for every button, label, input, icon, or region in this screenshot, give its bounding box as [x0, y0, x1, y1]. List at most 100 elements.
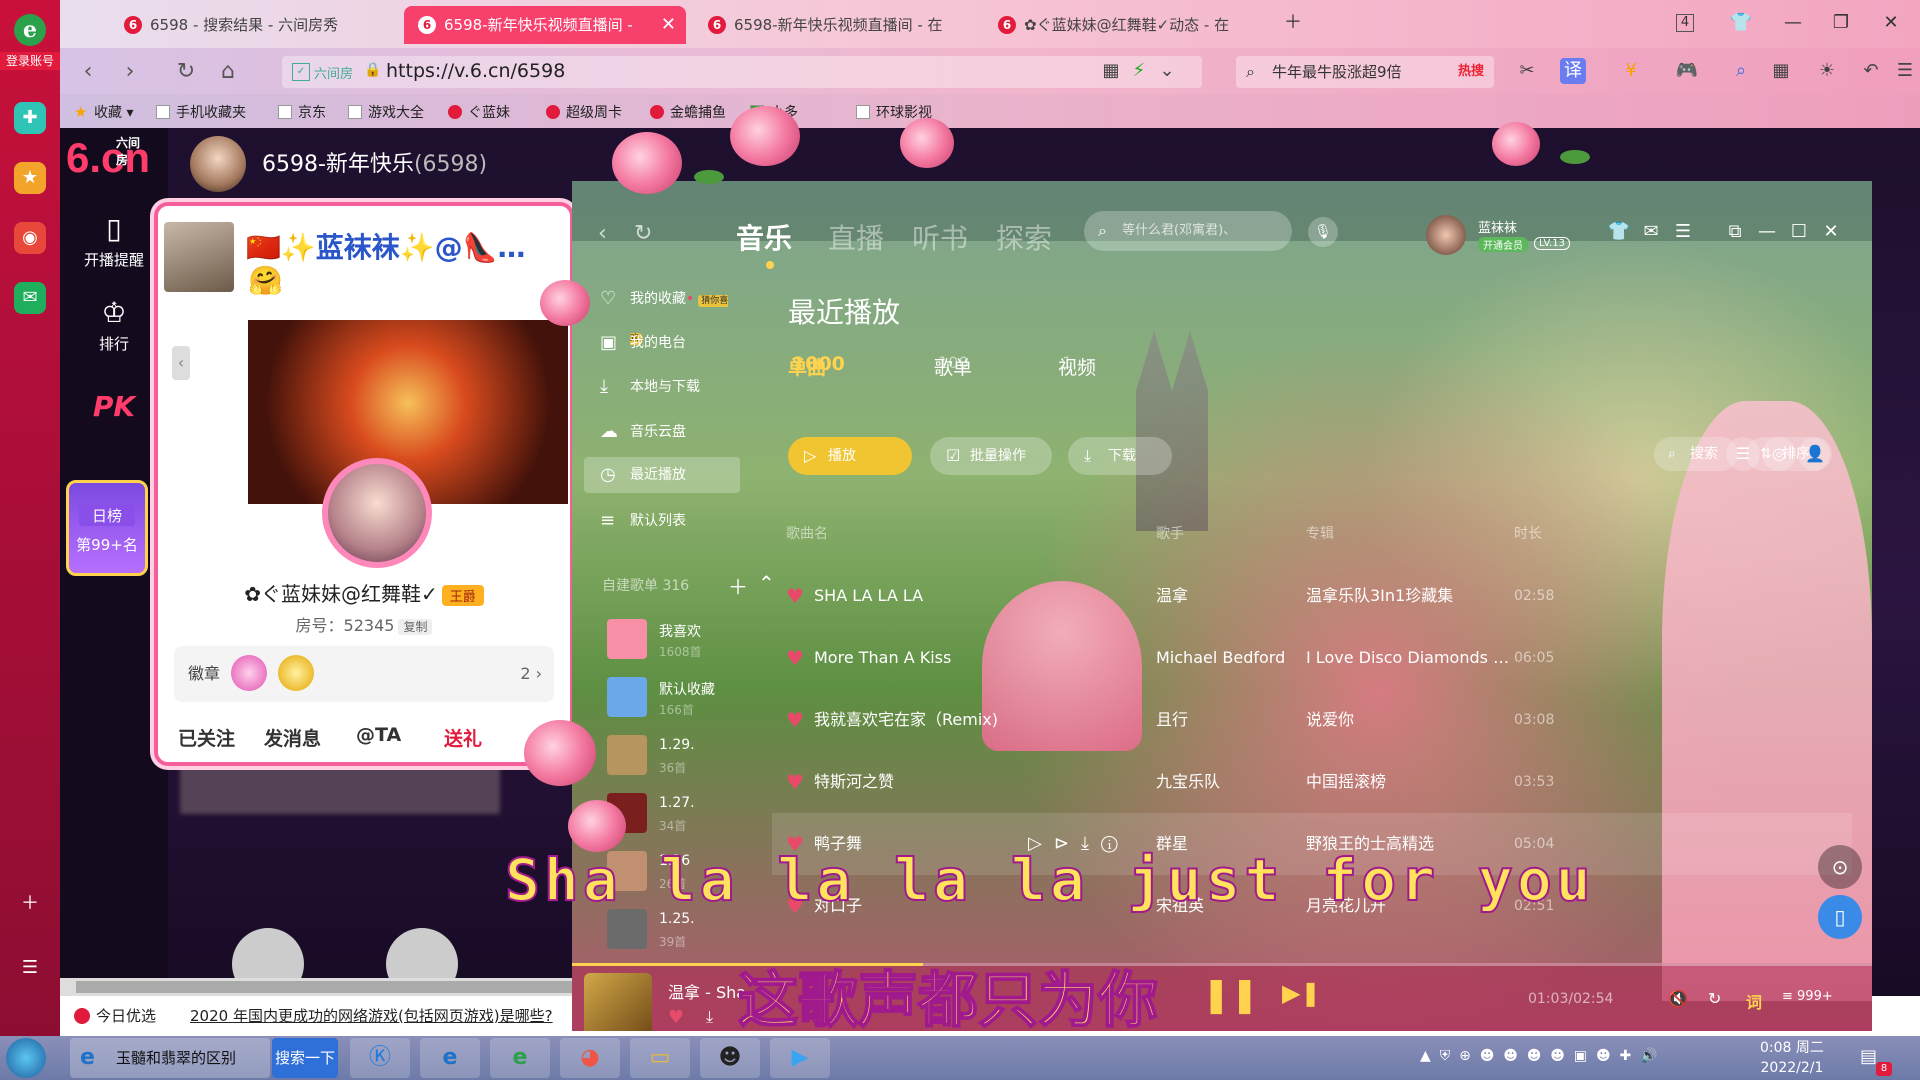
song-row[interactable]: ♥ More Than A Kiss Michael Bedford I Love D… [772, 627, 1852, 689]
nav-ranking[interactable]: ♔ 排行 [60, 296, 168, 354]
host-avatar[interactable] [190, 136, 246, 192]
apps-grid-icon[interactable]: ▦ [1768, 58, 1794, 84]
taskbar-browser-window[interactable]: e 玉髓和翡翠的区别 [70, 1038, 270, 1078]
news-link[interactable]: 2020 年国内更成功的网络游戏(包括网页游戏)是哪些? [190, 996, 553, 1036]
sidebar-item-recent[interactable]: ◷ 最近播放 [584, 457, 740, 493]
mail-icon[interactable]: ✉ [14, 282, 46, 314]
batch-operation-button[interactable]: ☑ 批量操作 [930, 437, 1052, 475]
qq-icon[interactable]: ☻ [1550, 1048, 1565, 1064]
collapse-arrow-icon[interactable]: ‹ [172, 346, 190, 380]
list-view-icon[interactable]: ☰ [1726, 437, 1760, 471]
undo-icon[interactable]: ↶ [1858, 58, 1884, 84]
song-row[interactable]: ♥ 我就喜欢宅在家（Remix) 且行 说爱你 03:08 [772, 689, 1852, 751]
search-box[interactable]: ⌕ 牛年最牛股涨超9倍 热搜 [1236, 56, 1494, 88]
nav-live-reminder[interactable]: ▯ 开播提醒 [60, 212, 168, 270]
bookmark-jd[interactable]: 京东 [278, 102, 326, 122]
download-icon[interactable]: ⤓ [706, 1007, 713, 1027]
heart-icon[interactable]: ♥ [786, 627, 804, 689]
song-row[interactable]: ♥ 特斯河之赞 九宝乐队 中国摇滚榜 03:53 [772, 751, 1852, 813]
back-button[interactable]: ‹ [74, 58, 102, 86]
sidebar-item-local[interactable]: ⤓ 本地与下载 [584, 369, 740, 405]
tab-count-badge[interactable]: 4 [1676, 14, 1694, 32]
k-app-icon[interactable]: Ⓚ [350, 1038, 410, 1078]
next-button[interactable]: ▶❚ [1282, 979, 1321, 1007]
bookmark-games[interactable]: 游戏大全 [348, 102, 424, 122]
bookmark-lanmei[interactable]: ぐ蓝妹 [448, 102, 510, 122]
sidebar-item-radio[interactable]: ▣ 我的电台 [584, 325, 740, 361]
volume-mute-icon[interactable]: 🔇 [1668, 989, 1688, 1008]
weibo-icon[interactable]: ◉ [14, 222, 46, 254]
copy-button[interactable]: 复制 [398, 619, 433, 635]
url-text[interactable]: https://v.6.cn/6598 [386, 60, 565, 82]
plus-icon[interactable]: ✚ [1619, 1048, 1631, 1064]
locate-icon[interactable]: ◎ [1762, 437, 1796, 471]
like-heart-icon[interactable]: ♥ [668, 1007, 684, 1028]
loop-icon[interactable]: ↻ [1708, 989, 1721, 1008]
profile-thumbnail[interactable] [164, 222, 234, 292]
news-label[interactable]: 今日优选 [74, 996, 156, 1036]
qq-icon[interactable]: ☻ [1480, 1048, 1495, 1064]
now-playing-title[interactable]: 温拿 - Sha [668, 979, 746, 1003]
tray-arrow-icon[interactable]: ▲ [1420, 1048, 1431, 1064]
player-refresh-icon[interactable]: ↻ [634, 221, 652, 246]
close-window-button[interactable]: ✕ [1876, 10, 1906, 36]
tab-live-room-active[interactable]: 6 6598-新年快乐视频直播间 - ✕ [404, 6, 686, 44]
start-button[interactable] [6, 1038, 46, 1078]
scissors-icon[interactable]: ✂ [1514, 58, 1540, 84]
desktop-lyric-line-2[interactable]: 这歌声都只为你 [737, 952, 1159, 1039]
song-artist[interactable]: Michael Bedford [1156, 627, 1285, 689]
forward-button[interactable]: › [116, 58, 144, 86]
qq-icon[interactable]: ☻ [1596, 1048, 1611, 1064]
pause-button[interactable]: ❚❚ [1202, 975, 1259, 1015]
menu-list-icon[interactable]: ☰ [14, 952, 46, 984]
song-artist[interactable]: 温拿 [1156, 565, 1188, 627]
bookmark-mobile[interactable]: 手机收藏夹 [156, 102, 246, 122]
badges-more[interactable]: 2 › [520, 646, 542, 702]
song-album[interactable]: I Love Disco Diamonds Collecti... [1306, 627, 1516, 689]
player-username[interactable]: 蓝袜袜 [1478, 217, 1517, 236]
shirt-skin-icon[interactable]: 👕 [1726, 10, 1756, 36]
playlist-item[interactable]: 我喜欢 1608首 [607, 619, 767, 667]
sidebar-item-cloud[interactable]: ☁ 音乐云盘 [584, 414, 740, 450]
playlist-item[interactable]: 1.25. 39首 [607, 909, 767, 957]
song-artist[interactable]: 且行 [1156, 689, 1188, 751]
followed-button[interactable]: 已关注 [178, 724, 235, 751]
daily-rank-badge[interactable]: 日榜 第99+名 [66, 480, 148, 576]
folder-icon[interactable]: ▭ [630, 1038, 690, 1078]
badges-row[interactable]: 徽章 2 › [174, 646, 554, 702]
site-logo[interactable]: 6.cn 六间房 [66, 134, 150, 182]
add-playlist-icon[interactable]: ＋ [728, 571, 748, 600]
queue-button[interactable]: ≡ 999+ [1782, 989, 1833, 1004]
download-button[interactable]: ⤓ 下载 [1068, 437, 1172, 475]
heart-icon[interactable]: ♥ [786, 689, 804, 751]
play-all-button[interactable]: ▷ 播放 [788, 437, 912, 475]
chrome-icon[interactable]: ◕ [560, 1038, 620, 1078]
login-account-button[interactable]: 登录账号 [0, 52, 60, 70]
minimize-button[interactable]: — [1778, 10, 1808, 36]
sidebar-item-favorites[interactable]: ♡ 我的收藏• 猜你喜欢 [584, 281, 740, 345]
bookmark-fishing[interactable]: 金蟾捕鱼 [650, 102, 726, 122]
qr-code-icon[interactable]: ▦ [1098, 58, 1124, 84]
song-album[interactable]: 说爱你 [1306, 689, 1516, 751]
song-album[interactable]: 温拿乐队3In1珍藏集 [1306, 565, 1516, 627]
translate-icon[interactable]: 译 [1560, 58, 1586, 84]
brightness-icon[interactable]: ☀ [1814, 58, 1840, 84]
tab-profile-feed[interactable]: 6 ✿ぐ蓝妹妹@红舞鞋✓动态 - 在 [984, 6, 1264, 44]
tab-search-results[interactable]: 6 6598 - 搜索结果 - 六间房秀 [110, 6, 400, 44]
playlist-item[interactable]: 默认收藏 166首 [607, 677, 767, 725]
mention-button[interactable]: @TA [356, 724, 401, 746]
screenshot-icon[interactable]: ⊙ [1818, 845, 1862, 889]
browser-logo-icon[interactable]: e [14, 14, 46, 46]
video-player-icon[interactable]: ▶ [770, 1038, 830, 1078]
restore-button[interactable]: ❐ [1826, 10, 1856, 36]
bookmark-weekly[interactable]: 超级周卡 [546, 102, 622, 122]
clock[interactable]: 0:08 周二 2022/2/1 [1760, 1038, 1824, 1078]
desktop-lyric-line-1[interactable]: Sha la la la la just for you [504, 845, 1595, 915]
close-tab-icon[interactable]: ✕ [661, 6, 676, 44]
refresh-button[interactable]: ↻ [172, 58, 200, 86]
plus-app-icon[interactable]: ✚ [14, 102, 46, 134]
network-icon[interactable]: ⊕ [1459, 1048, 1471, 1064]
user-icon[interactable]: 👤 [1798, 437, 1832, 471]
lightning-icon[interactable]: ⚡ [1126, 58, 1152, 84]
shield-icon[interactable]: ⛨ [1440, 1048, 1451, 1064]
